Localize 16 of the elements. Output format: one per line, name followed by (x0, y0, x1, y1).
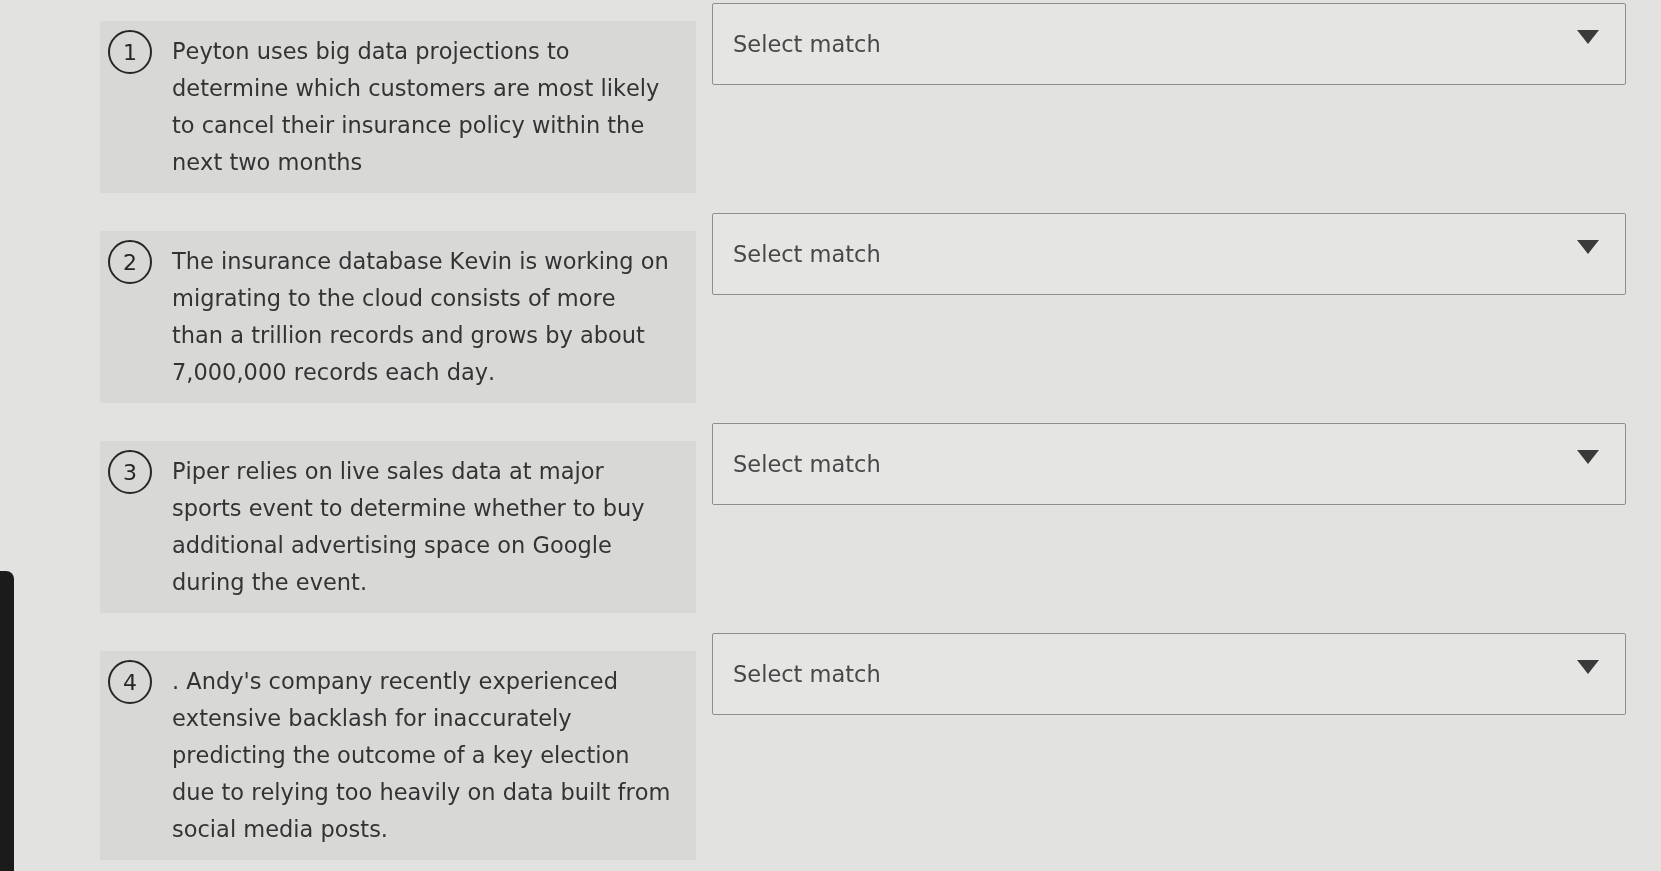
caret-icon (1577, 450, 1599, 464)
prompt-text: Peyton uses big data projections to determine which customers are most likely to cancel their insurance policy within the next two months (172, 37, 661, 177)
match-dropdown[interactable]: Select match (712, 213, 1626, 295)
prompt-number: 2 (108, 240, 152, 284)
prompt-number: 4 (108, 660, 152, 704)
prompt-text: . Andy's company recently experienced extensive backlash for inaccurately predicting the outcome of a key election due to relying too heavily on data built from social media posts. (172, 667, 672, 844)
match-dropdown[interactable]: Select match (712, 423, 1626, 505)
caret-icon (1577, 660, 1599, 674)
match-dropdown[interactable]: Select match (712, 633, 1626, 715)
prompt-number: 1 (108, 30, 152, 74)
caret-icon (1577, 30, 1599, 44)
prompt-text: The insurance database Kevin is working on migrating to the cloud consists of more than a trillion records and grows by about 7,000,000 records each day. (172, 247, 670, 387)
prompt-number: 3 (108, 450, 152, 494)
prompt-text: Piper relies on live sales data at major sports event to determine whether to buy additional advertising space on Google during the event. (172, 457, 646, 597)
caret-icon (1577, 240, 1599, 254)
match-dropdown[interactable]: Select match (712, 3, 1626, 85)
